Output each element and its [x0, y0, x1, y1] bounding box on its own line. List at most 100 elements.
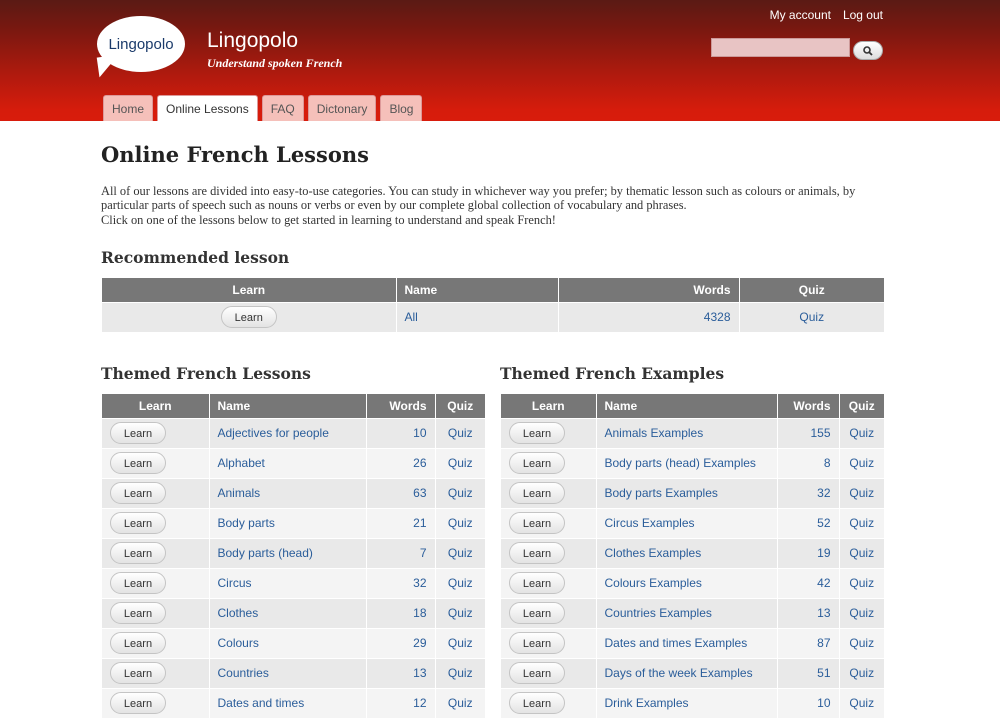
quiz-link[interactable]: Quiz [839, 687, 885, 718]
quiz-link[interactable]: Quiz [435, 447, 486, 478]
lesson-name-link[interactable]: Body parts [209, 507, 367, 538]
word-count[interactable]: 7 [366, 537, 436, 568]
learn-button[interactable]: Learn [509, 452, 565, 474]
word-count[interactable]: 51 [777, 657, 840, 688]
learn-button[interactable]: Learn [509, 572, 565, 594]
learn-button[interactable]: Learn [110, 542, 166, 564]
quiz-link[interactable]: Quiz [435, 597, 486, 628]
quiz-link[interactable]: Quiz [435, 417, 486, 448]
learn-button[interactable]: Learn [509, 602, 565, 624]
lesson-name-link[interactable]: Countries [209, 657, 367, 688]
quiz-link[interactable]: Quiz [435, 627, 486, 658]
lesson-name-link[interactable]: Animals Examples [596, 417, 778, 448]
lesson-name-link[interactable]: Days of the week Examples [596, 657, 778, 688]
learn-button[interactable]: Learn [509, 512, 565, 534]
learn-button[interactable]: Learn [110, 632, 166, 654]
quiz-link[interactable]: Quiz [839, 627, 885, 658]
learn-button[interactable]: Learn [509, 482, 565, 504]
quiz-link[interactable]: Quiz [435, 657, 486, 688]
word-count[interactable]: 42 [777, 567, 840, 598]
lesson-name-link[interactable]: Countries Examples [596, 597, 778, 628]
word-count[interactable]: 10 [366, 417, 436, 448]
my-account-link[interactable]: My account [770, 8, 831, 22]
tab-dictonary[interactable]: Dictonary [307, 95, 377, 121]
lesson-name-link[interactable]: Clothes Examples [596, 537, 778, 568]
word-count[interactable]: 13 [777, 597, 840, 628]
quiz-link[interactable]: Quiz [839, 567, 885, 598]
search-input[interactable] [711, 38, 850, 57]
quiz-link[interactable]: Quiz [839, 537, 885, 568]
quiz-link[interactable]: Quiz [839, 597, 885, 628]
lesson-name-link[interactable]: Adjectives for people [209, 417, 367, 448]
quiz-link[interactable]: Quiz [435, 507, 486, 538]
lesson-name-link[interactable]: All [396, 301, 559, 332]
word-count[interactable]: 13 [366, 657, 436, 688]
quiz-link[interactable]: Quiz [435, 477, 486, 508]
learn-button[interactable]: Learn [509, 692, 565, 715]
learn-button[interactable]: Learn [509, 422, 565, 444]
themed-lessons-table: Learn Name Words Quiz Learn Adjectives fo… [102, 394, 486, 718]
quiz-link[interactable]: Quiz [839, 417, 885, 448]
word-count[interactable]: 12 [366, 687, 436, 718]
lesson-name-link[interactable]: Colours Examples [596, 567, 778, 598]
tab-faq[interactable]: FAQ [261, 95, 304, 121]
lesson-name-link[interactable]: Drink Examples [596, 687, 778, 718]
themed-lessons-title: Themed French Lessons [101, 364, 311, 383]
word-count[interactable]: 26 [366, 447, 436, 478]
lesson-name-link[interactable]: Body parts (head) [209, 537, 367, 568]
lesson-name-link[interactable]: Clothes [209, 597, 367, 628]
lesson-name-link[interactable]: Colours [209, 627, 367, 658]
learn-button[interactable]: Learn [220, 306, 277, 329]
quiz-link[interactable]: Quiz [739, 301, 885, 332]
learn-button[interactable]: Learn [110, 512, 166, 534]
word-count[interactable]: 29 [366, 627, 436, 658]
quiz-link[interactable]: Quiz [435, 537, 486, 568]
table-row: Learn Animals Examples 155 Quiz [501, 417, 885, 448]
word-count[interactable]: 19 [777, 537, 840, 568]
lesson-name-link[interactable]: Circus [209, 567, 367, 598]
search-button[interactable] [853, 41, 883, 60]
quiz-link[interactable]: Quiz [839, 657, 885, 688]
logo[interactable]: Lingopolo [97, 16, 185, 72]
learn-button[interactable]: Learn [509, 542, 565, 564]
word-count[interactable]: 8 [777, 447, 840, 478]
tab-home[interactable]: Home [103, 95, 154, 121]
word-count[interactable]: 155 [777, 417, 840, 448]
site-title[interactable]: Lingopolo [207, 29, 298, 53]
word-count[interactable]: 18 [366, 597, 436, 628]
learn-button[interactable]: Learn [110, 692, 166, 715]
learn-button[interactable]: Learn [110, 572, 166, 594]
lesson-name-link[interactable]: Animals [209, 477, 367, 508]
learn-button[interactable]: Learn [110, 662, 166, 684]
word-count[interactable]: 87 [777, 627, 840, 658]
learn-button[interactable]: Learn [110, 452, 166, 474]
lesson-name-link[interactable]: Dates and times [209, 687, 367, 718]
word-count[interactable]: 63 [366, 477, 436, 508]
table-row: Learn Countries 13 Quiz [102, 657, 486, 688]
word-count[interactable]: 52 [777, 507, 840, 538]
quiz-link[interactable]: Quiz [839, 477, 885, 508]
word-count[interactable]: 32 [777, 477, 840, 508]
word-count[interactable]: 21 [366, 507, 436, 538]
quiz-link[interactable]: Quiz [435, 567, 486, 598]
quiz-link[interactable]: Quiz [839, 447, 885, 478]
lesson-name-link[interactable]: Body parts Examples [596, 477, 778, 508]
word-count[interactable]: 32 [366, 567, 436, 598]
quiz-link[interactable]: Quiz [839, 507, 885, 538]
word-count[interactable]: 10 [777, 687, 840, 718]
learn-button[interactable]: Learn [110, 602, 166, 624]
lesson-name-link[interactable]: Alphabet [209, 447, 367, 478]
word-count[interactable]: 4328 [558, 301, 740, 332]
lesson-name-link[interactable]: Dates and times Examples [596, 627, 778, 658]
learn-button[interactable]: Learn [110, 422, 166, 444]
recommended-table: Learn Name Words Quiz Learn All 4328 Qui… [102, 278, 885, 332]
learn-button[interactable]: Learn [509, 662, 565, 684]
tab-online-lessons[interactable]: Online Lessons [157, 95, 258, 121]
learn-button[interactable]: Learn [509, 632, 565, 654]
learn-button[interactable]: Learn [110, 482, 166, 504]
tab-blog[interactable]: Blog [380, 95, 423, 121]
lesson-name-link[interactable]: Body parts (head) Examples [596, 447, 778, 478]
logout-link[interactable]: Log out [843, 8, 883, 22]
quiz-link[interactable]: Quiz [435, 687, 486, 718]
lesson-name-link[interactable]: Circus Examples [596, 507, 778, 538]
